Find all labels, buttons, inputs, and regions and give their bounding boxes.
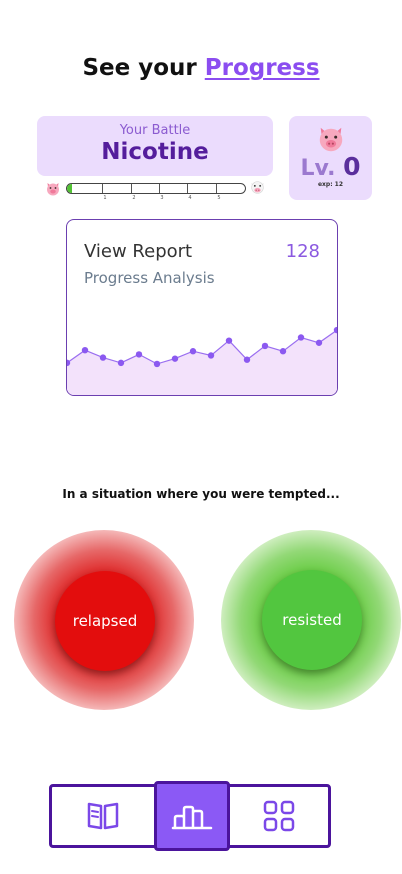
chart-point [117, 359, 125, 367]
pig-face-icon [47, 183, 59, 196]
battle-caption: Your Battle [119, 123, 191, 138]
page-title: See your Progress [0, 55, 402, 81]
progress-tick-label: 5 [217, 195, 221, 201]
chart-area [67, 330, 337, 395]
chart-point [225, 337, 233, 344]
level-prefix: Lv. [300, 156, 344, 181]
bottom-nav [49, 781, 331, 851]
chart-point [261, 342, 269, 350]
nav-journal[interactable] [52, 787, 154, 845]
report-card[interactable]: View Report 128 Progress Analysis [66, 219, 338, 396]
cow-face-icon [251, 181, 264, 194]
report-count: 128 [285, 241, 320, 262]
chart-point [153, 360, 161, 368]
report-title: View Report [84, 241, 193, 262]
tempted-prompt: In a situation where you were tempted... [62, 487, 340, 501]
progress-tick-label: 3 [160, 195, 164, 201]
chart-point [315, 339, 323, 346]
stats-icon [171, 805, 213, 830]
nav-stats[interactable] [154, 781, 230, 851]
resisted-button[interactable]: resisted [262, 570, 362, 670]
chart-point [279, 348, 287, 355]
battle-name: Nicotine [101, 139, 209, 165]
journal-icon [87, 802, 119, 830]
pig-icon [319, 127, 342, 152]
report-subtitle: Progress Analysis [84, 269, 215, 287]
progress-tick-label: 1 [103, 195, 107, 201]
progress-fill [67, 184, 73, 193]
progress-tick [102, 184, 103, 193]
progress-tick [131, 184, 132, 193]
chart-point [297, 334, 305, 341]
page-title-prefix: See your [82, 55, 205, 81]
level-number: 0 [343, 152, 361, 181]
chart-point [189, 348, 197, 355]
progress-tick-label: 4 [188, 195, 192, 201]
progress-tick [216, 184, 217, 193]
level-value: Lv. 0 [289, 152, 372, 184]
page-title-accent: Progress [204, 55, 320, 81]
relapsed-button[interactable]: relapsed [55, 571, 155, 671]
progress-bar [66, 183, 246, 194]
chart-point [171, 355, 179, 362]
progress-tick [159, 184, 160, 193]
grid-icon [263, 800, 295, 832]
chart-point [135, 351, 143, 358]
chart-point [243, 356, 251, 363]
level-card: Lv. 0 exp: 12 [289, 116, 372, 200]
battle-card: Your Battle Nicotine [37, 116, 273, 176]
nav-grid[interactable] [230, 787, 328, 845]
progress-tick-label: 2 [132, 195, 136, 201]
progress-tick [187, 184, 188, 193]
chart-point [207, 352, 215, 359]
chart-point [99, 354, 107, 361]
chart-point [81, 346, 89, 354]
